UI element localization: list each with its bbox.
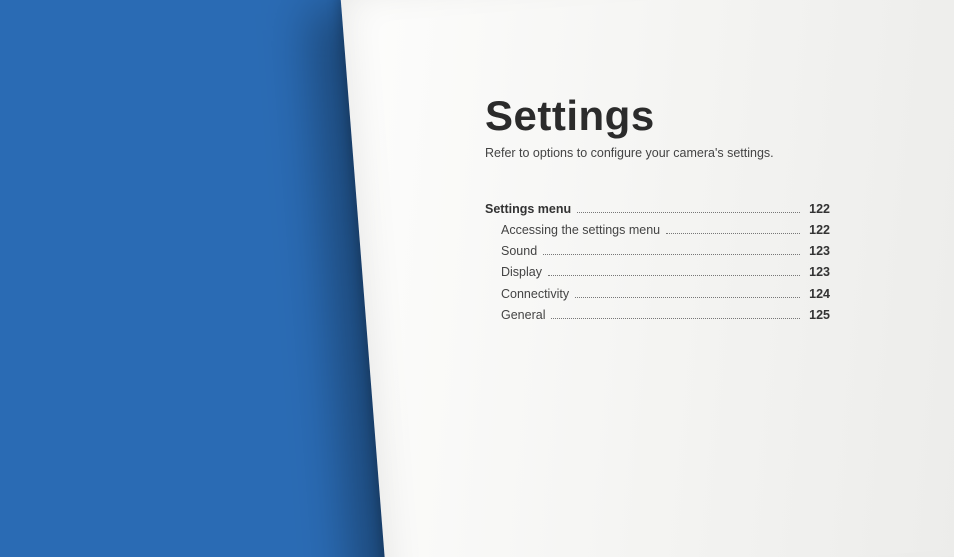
stage: Settings Refer to options to configure y… <box>0 0 954 557</box>
toc-heading-label: Settings menu <box>485 200 571 218</box>
toc-item-label: Connectivity <box>501 285 569 303</box>
toc-item-row[interactable]: General 125 <box>485 306 830 324</box>
toc-heading-page: 122 <box>806 200 830 218</box>
toc-item-row[interactable]: Display 123 <box>485 263 830 281</box>
page-title: Settings <box>485 92 850 140</box>
toc-item-page: 125 <box>806 306 830 324</box>
toc-dots <box>575 289 800 298</box>
toc-item-page: 123 <box>806 263 830 281</box>
toc-dots <box>666 226 800 235</box>
toc-item-row[interactable]: Connectivity 124 <box>485 285 830 303</box>
toc-item-label: General <box>501 306 545 324</box>
toc-dots <box>548 268 800 277</box>
toc-item-label: Sound <box>501 242 537 260</box>
table-of-contents: Settings menu 122 Accessing the settings… <box>485 200 830 324</box>
toc-item-label: Display <box>501 263 542 281</box>
toc-item-page: 123 <box>806 242 830 260</box>
toc-item-row[interactable]: Accessing the settings menu 122 <box>485 221 830 239</box>
toc-dots <box>543 247 800 256</box>
page-content: Settings Refer to options to configure y… <box>485 92 850 327</box>
toc-item-page: 124 <box>806 285 830 303</box>
toc-item-label: Accessing the settings menu <box>501 221 660 239</box>
toc-dots <box>551 310 800 319</box>
toc-item-row[interactable]: Sound 123 <box>485 242 830 260</box>
page-subtitle: Refer to options to configure your camer… <box>485 146 850 160</box>
toc-dots <box>577 205 800 214</box>
toc-item-page: 122 <box>806 221 830 239</box>
toc-heading-row[interactable]: Settings menu 122 <box>485 200 830 218</box>
